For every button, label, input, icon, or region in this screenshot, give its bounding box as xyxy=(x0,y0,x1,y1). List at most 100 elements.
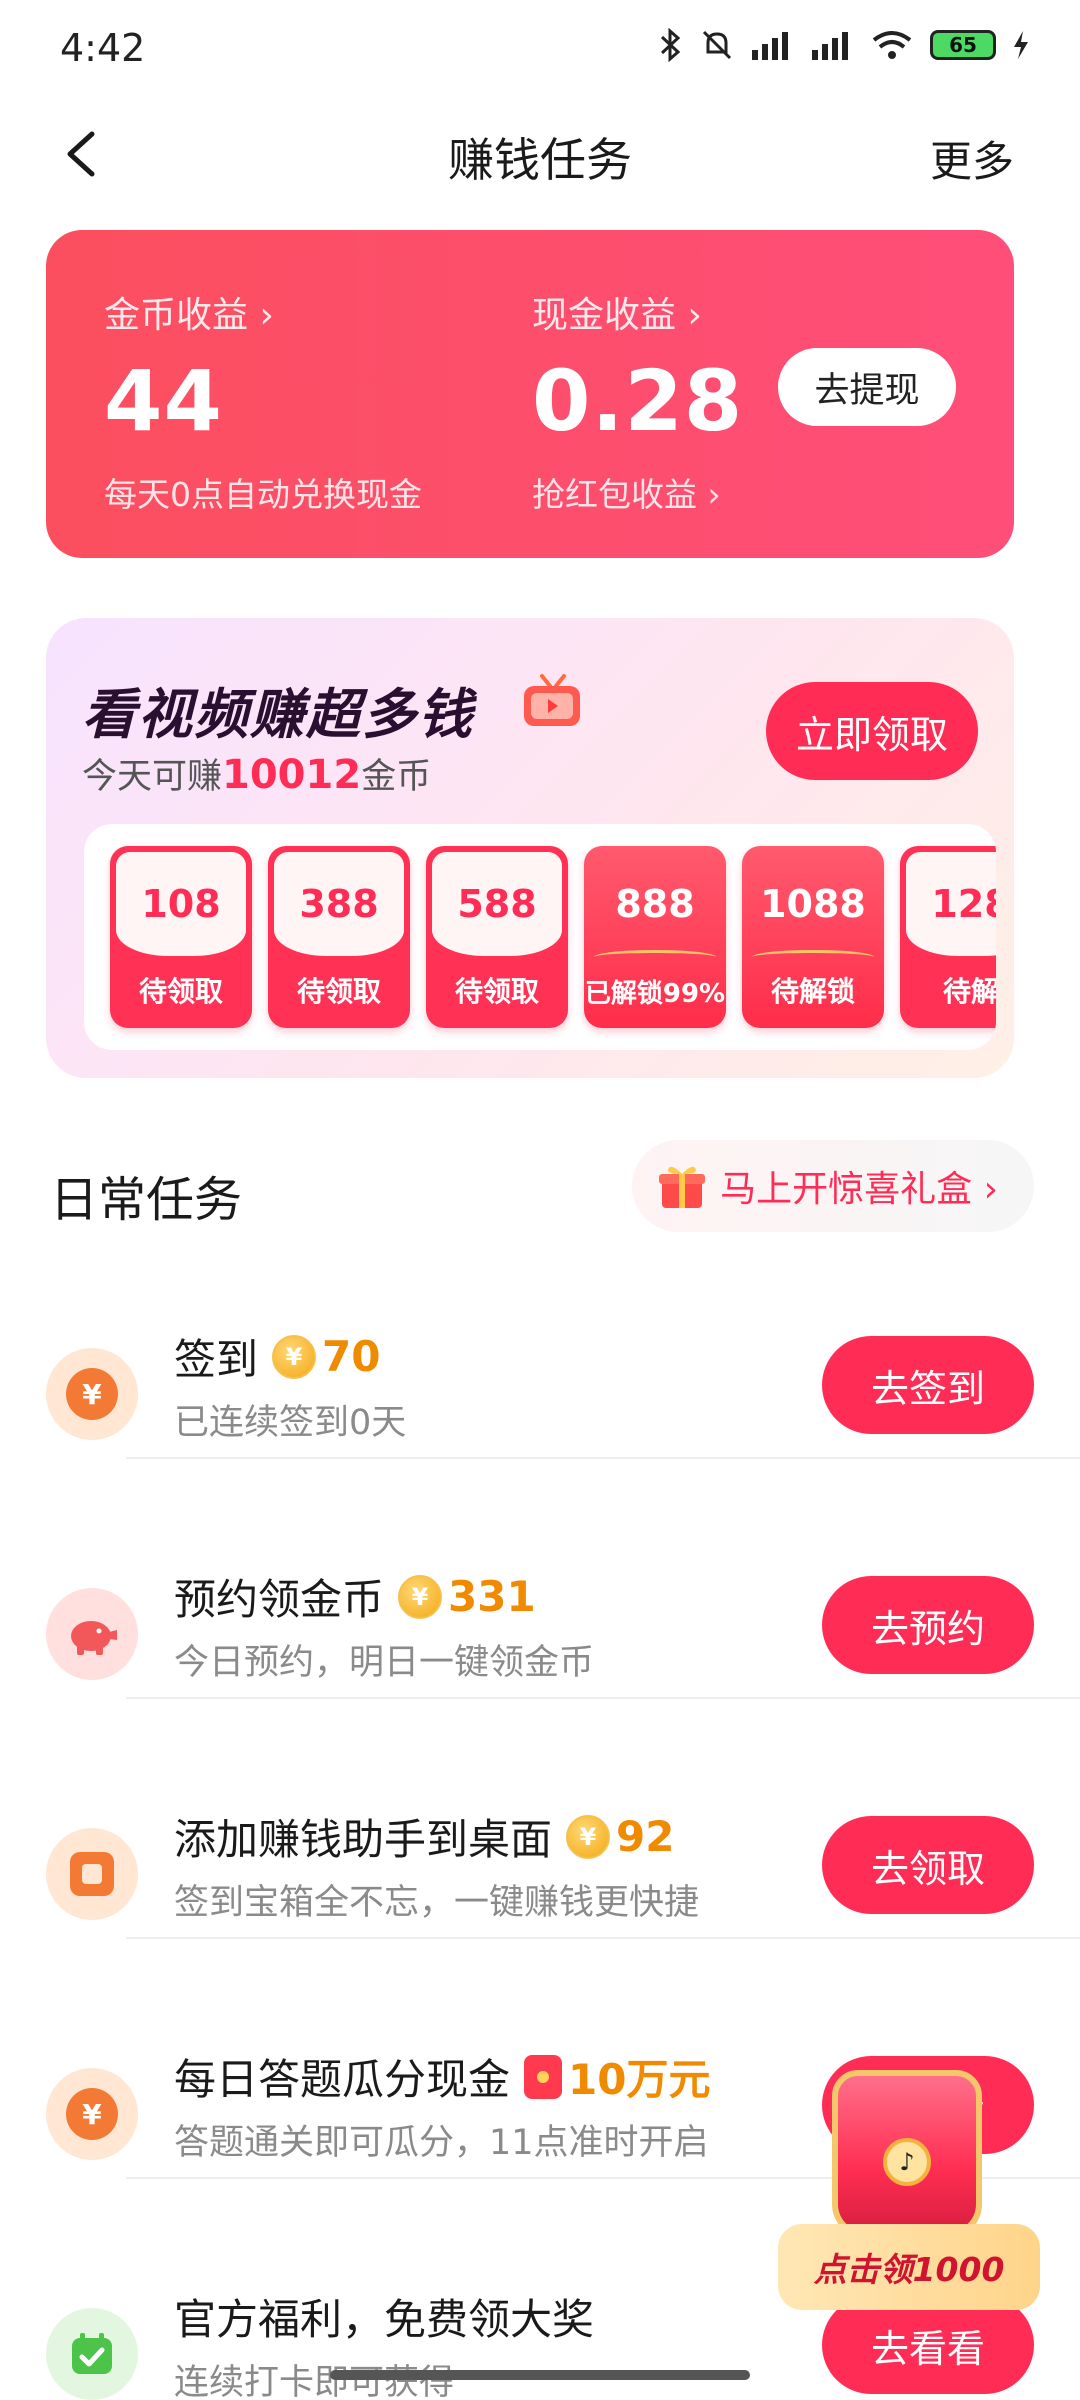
claim-button[interactable]: 去领取 xyxy=(822,1816,1034,1914)
status-time: 4:42 xyxy=(60,26,146,70)
page-title: 赚钱任务 xyxy=(448,133,632,187)
reward-tile[interactable]: 108 待领取 xyxy=(110,846,252,1028)
divider xyxy=(126,1457,1080,1459)
reward-status: 待领取 xyxy=(454,975,539,1008)
coin-earnings-note: 每天0点自动兑换现金 xyxy=(104,475,422,514)
task-add-to-desktop: 添加赚钱助手到桌面 ¥ 92 签到宝箱全不忘，一键赚钱更快捷 去领取 xyxy=(0,1748,1080,1988)
reward-tile[interactable]: 1088 待解锁 xyxy=(742,846,884,1028)
coin-earnings[interactable]: 金币收益 › 44 每天0点自动兑换现金 xyxy=(104,286,422,516)
more-button[interactable]: 更多 xyxy=(930,128,1014,189)
divider xyxy=(126,1937,1080,1939)
reserve-button[interactable]: 去预约 xyxy=(822,1576,1034,1674)
treasure-chest-icon: ♪ xyxy=(832,2070,982,2238)
coin-yuan-icon: ¥ xyxy=(46,1348,138,1440)
reward-status: 已解锁99% xyxy=(584,979,726,1009)
task-title: 官方福利，免费领大奖 xyxy=(174,2295,595,2344)
coin-earnings-value: 44 xyxy=(104,352,223,450)
charging-icon xyxy=(1014,31,1028,59)
coin-earnings-label[interactable]: 金币收益 › xyxy=(104,286,422,338)
task-title: 预约领金币 xyxy=(174,1575,385,1624)
task-desc: 答题通关即可瓜分，11点准时开启 xyxy=(174,2123,709,2163)
reward-row: 108 待领取 388 待领取 588 待领取 888 已解锁99% 1088 … xyxy=(110,846,996,1028)
divider xyxy=(126,1697,1080,1699)
task-reward-value: 70 xyxy=(322,1332,381,1381)
cash-earnings-label[interactable]: 现金收益 › xyxy=(532,286,743,338)
task-desc: 已连续签到0天 xyxy=(174,1403,407,1443)
reward-amount: 128 xyxy=(906,852,996,956)
surprise-gift-button[interactable]: 马上开惊喜礼盒 › xyxy=(632,1140,1034,1232)
task-title-row: 预约领金币 ¥ 331 xyxy=(174,1566,536,1627)
withdraw-button[interactable]: 去提现 xyxy=(778,348,956,426)
reward-divider-arc xyxy=(594,950,716,964)
video-card-title: 看视频赚超多钱 xyxy=(82,683,474,746)
red-packet-icon xyxy=(524,2054,563,2099)
video-sub-prefix: 今天可赚 xyxy=(82,757,223,797)
reward-strip[interactable]: 108 待领取 388 待领取 588 待领取 888 已解锁99% 1088 … xyxy=(84,824,996,1050)
gift-icon xyxy=(659,1166,706,1208)
task-reward: 10万元 xyxy=(524,2046,710,2107)
gold-coin-icon: ¥ xyxy=(566,1814,611,1859)
task-title: 签到 xyxy=(174,1335,259,1384)
task-title-row: 官方福利，免费领大奖 xyxy=(174,2286,594,2347)
signal-icon xyxy=(752,32,788,60)
reward-amount: 1088 xyxy=(760,882,866,926)
task-reserve-coins: 预约领金币 ¥ 331 今日预约，明日一键领金币 去预约 xyxy=(0,1508,1080,1748)
reward-amount: 888 xyxy=(615,882,695,926)
surprise-gift-label: 马上开惊喜礼盒 › xyxy=(720,1169,998,1210)
task-reward: ¥ 92 xyxy=(566,1812,674,1861)
reward-tile[interactable]: 888 已解锁99% xyxy=(584,846,726,1028)
floating-treasure-box[interactable]: ♪ 点击领1000 xyxy=(778,2070,1040,2310)
cash-earnings-value: 0.28 xyxy=(532,352,744,450)
calendar-check-glyph xyxy=(72,2333,112,2374)
video-sub-suffix: 金币 xyxy=(361,757,432,797)
tv-icon xyxy=(524,674,580,726)
piggy-bank-glyph xyxy=(71,1621,117,1655)
task-title: 每日答题瓜分现金 xyxy=(174,2055,511,2104)
desktop-widget-icon xyxy=(46,1828,138,1920)
red-packet-earnings-link[interactable]: 抢红包收益 › xyxy=(532,468,743,516)
mute-bell-icon xyxy=(702,30,732,60)
sign-in-button[interactable]: 去签到 xyxy=(822,1336,1034,1434)
nav-bar: 赚钱任务 更多 xyxy=(0,110,1080,200)
task-title-row: 签到 ¥ 70 xyxy=(174,1326,380,1387)
gold-coin-icon: ¥ xyxy=(272,1334,317,1379)
reward-status: 待解锁 xyxy=(770,975,855,1008)
status-icons: 65 xyxy=(658,28,1030,62)
desktop-widget-glyph xyxy=(70,1852,114,1896)
gold-coin-icon: ¥ xyxy=(398,1574,443,1619)
video-card-subtitle: 今天可赚10012金币 xyxy=(82,748,431,799)
earnings-card: 金币收益 › 44 每天0点自动兑换现金 现金收益 › 0.28 抢红包收益 ›… xyxy=(46,230,1014,558)
piggy-bank-icon xyxy=(46,1588,138,1680)
tiktok-logo-icon: ♪ xyxy=(883,2138,931,2186)
video-sub-amount: 10012 xyxy=(222,752,362,798)
video-reward-card: 看视频赚超多钱 今天可赚10012金币 立即领取 108 待领取 388 待领取… xyxy=(46,618,1014,1078)
task-reward-value: 10万元 xyxy=(568,2055,711,2104)
view-button[interactable]: 去看看 xyxy=(822,2296,1034,2394)
task-desc: 签到宝箱全不忘，一键赚钱更快捷 xyxy=(174,1883,700,1923)
coin-yuan-icon: ¥ xyxy=(46,2068,138,2160)
floating-box-label[interactable]: 点击领1000 xyxy=(778,2224,1040,2310)
status-bar: 4:42 65 xyxy=(0,0,1080,100)
task-reward-value: 331 xyxy=(448,1572,536,1621)
signal-icon-2 xyxy=(812,32,848,60)
task-desc: 今日预约，明日一键领金币 xyxy=(174,1643,595,1683)
reward-amount: 108 xyxy=(116,852,246,956)
task-reward-value: 92 xyxy=(616,1812,675,1861)
reward-tile[interactable]: 388 待领取 xyxy=(268,846,410,1028)
reward-amount: 588 xyxy=(432,852,562,956)
task-title-row: 每日答题瓜分现金 10万元 xyxy=(174,2046,710,2107)
coin-yuan-glyph: ¥ xyxy=(66,1368,118,1420)
reward-tile[interactable]: 128 待解 xyxy=(900,846,996,1028)
reward-tile[interactable]: 588 待领取 xyxy=(426,846,568,1028)
reward-status: 待领取 xyxy=(296,975,381,1008)
battery-icon: 65 xyxy=(930,30,996,60)
bluetooth-icon xyxy=(660,28,681,62)
reward-status: 待领取 xyxy=(138,975,223,1008)
daily-tasks-title: 日常任务 xyxy=(50,1172,243,1228)
home-indicator[interactable] xyxy=(330,2370,750,2380)
claim-now-button[interactable]: 立即领取 xyxy=(766,682,978,780)
reward-amount: 388 xyxy=(274,852,404,956)
task-reward: ¥ 331 xyxy=(398,1572,536,1621)
coin-yuan-glyph: ¥ xyxy=(66,2088,118,2140)
cash-earnings[interactable]: 现金收益 › 0.28 抢红包收益 › xyxy=(532,286,743,516)
